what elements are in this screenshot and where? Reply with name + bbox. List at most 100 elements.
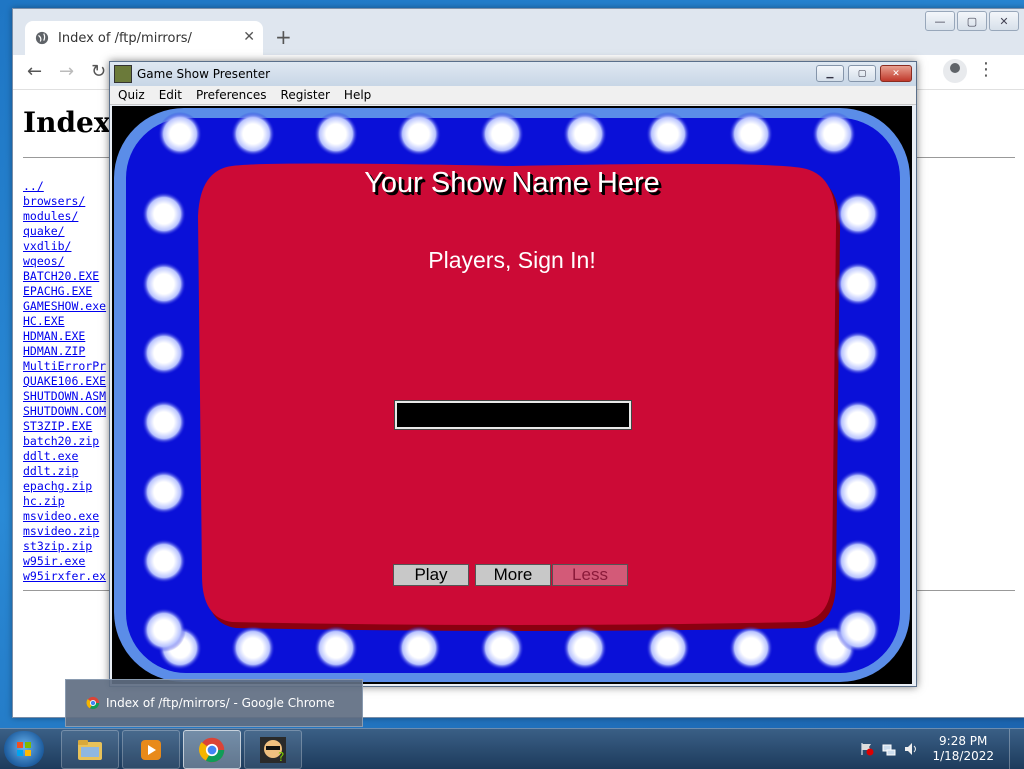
file-link[interactable]: HDMAN.EXE [23,329,85,343]
list-item: browsers/ [23,194,106,209]
light-bulb [158,112,202,156]
red-board [198,163,837,625]
taskbar-explorer-button[interactable] [61,730,119,769]
taskbar-gameshow-button[interactable]: ? [244,730,302,769]
list-item: SHUTDOWN.COM [23,404,106,419]
list-item: w95irxfer.ex [23,569,106,584]
light-bulb [480,112,524,156]
file-link[interactable]: ddlt.zip [23,464,78,478]
file-link[interactable]: BATCH20.EXE [23,269,99,283]
minimize-button[interactable]: — [925,11,955,31]
show-desktop-button[interactable] [1009,729,1024,769]
file-link[interactable]: SHUTDOWN.ASM [23,389,106,403]
file-link[interactable]: w95ir.exe [23,554,85,568]
player-name-input[interactable] [394,400,632,430]
list-item: ST3ZIP.EXE [23,419,106,434]
file-link[interactable]: EPACHG.EXE [23,284,92,298]
play-button[interactable]: Play [393,564,469,586]
back-icon[interactable]: ← [27,61,42,82]
new-tab-icon[interactable]: + [275,25,292,49]
menu-edit[interactable]: Edit [159,88,182,102]
menu-icon[interactable]: ⋮ [977,59,995,80]
list-item: QUAKE106.EXE [23,374,106,389]
minimize-button[interactable]: ▁ [816,65,844,82]
taskbar-chrome-button[interactable] [183,730,241,769]
gameshow-titlebar: Game Show Presenter ▁ ▢ ✕ [110,62,916,86]
file-link[interactable]: hc.zip [23,494,65,508]
file-list: ../browsers/modules/quake/vxdlib/wqeos/B… [23,179,106,584]
light-bulb [836,470,880,514]
start-button[interactable] [4,731,44,767]
file-link[interactable]: QUAKE106.EXE [23,374,106,388]
file-link[interactable]: msvideo.exe [23,509,99,523]
file-link[interactable]: batch20.zip [23,434,99,448]
taskbar: ? 9:28 PM 1/18/2022 [0,728,1024,769]
list-item: ddlt.exe [23,449,106,464]
file-link[interactable]: HC.EXE [23,314,65,328]
window-title: Game Show Presenter [137,67,271,81]
file-link[interactable]: w95irxfer.ex [23,569,106,583]
light-bulb [142,470,186,514]
system-tray: 9:28 PM 1/18/2022 [854,729,1024,769]
file-link[interactable]: st3zip.zip [23,539,92,553]
light-bulb [812,112,856,156]
file-link[interactable]: SHUTDOWN.COM [23,404,106,418]
file-link[interactable]: ddlt.exe [23,449,78,463]
forward-icon[interactable]: → [59,61,74,82]
maximize-button[interactable]: ▢ [957,11,987,31]
tab-close-icon[interactable]: ✕ [243,29,255,45]
file-link[interactable]: HDMAN.ZIP [23,344,85,358]
volume-icon[interactable] [904,742,918,756]
network-icon[interactable] [882,742,896,756]
list-item: wqeos/ [23,254,106,269]
profile-icon[interactable] [943,59,967,83]
file-link[interactable]: ST3ZIP.EXE [23,419,92,433]
clock[interactable]: 9:28 PM 1/18/2022 [932,734,994,764]
action-center-flag-icon[interactable] [860,742,874,756]
menu-preferences[interactable]: Preferences [196,88,267,102]
gameshow-app-icon: ? [260,736,286,764]
list-item: HC.EXE [23,314,106,329]
file-link[interactable]: modules/ [23,209,78,223]
less-button[interactable]: Less [552,564,628,586]
file-link[interactable]: vxdlib/ [23,239,71,253]
list-item: HDMAN.EXE [23,329,106,344]
light-bulb [563,626,607,670]
menu-quiz[interactable]: Quiz [118,88,145,102]
file-link[interactable]: wqeos/ [23,254,65,268]
file-link[interactable]: browsers/ [23,194,85,208]
light-bulb [729,112,773,156]
reload-icon[interactable]: ↻ [91,61,106,82]
maximize-button[interactable]: ▢ [848,65,876,82]
list-item: GAMESHOW.exe [23,299,106,314]
close-button[interactable]: ✕ [880,65,912,82]
chrome-icon [199,737,225,762]
page-title: Index [23,106,111,139]
light-bulb [314,626,358,670]
list-item: EPACHG.EXE [23,284,106,299]
svg-text:?: ? [278,750,284,764]
more-button[interactable]: More [475,564,551,586]
light-bulb [729,626,773,670]
light-bulb [836,400,880,444]
menu-register[interactable]: Register [281,88,330,102]
close-button[interactable]: ✕ [989,11,1019,31]
list-item: HDMAN.ZIP [23,344,106,359]
browser-tab[interactable]: Index of /ftp/mirrors/ ✕ [25,21,263,55]
light-bulb [397,626,441,670]
taskbar-media-button[interactable] [122,730,180,769]
file-link[interactable]: MultiErrorPr [23,359,106,373]
tooltip-text: Index of /ftp/mirrors/ - Google Chrome [106,696,335,710]
taskbar-tooltip[interactable]: Index of /ftp/mirrors/ - Google Chrome [65,679,363,727]
list-item: hc.zip [23,494,106,509]
file-link[interactable]: GAMESHOW.exe [23,299,106,313]
file-link[interactable]: epachg.zip [23,479,92,493]
file-link[interactable]: quake/ [23,224,65,238]
menu-help[interactable]: Help [344,88,371,102]
file-explorer-icon [78,739,102,760]
globe-icon [35,31,49,45]
tab-title: Index of /ftp/mirrors/ [58,30,192,46]
light-bulb [142,608,186,652]
file-link[interactable]: ../ [23,179,44,193]
file-link[interactable]: msvideo.zip [23,524,99,538]
